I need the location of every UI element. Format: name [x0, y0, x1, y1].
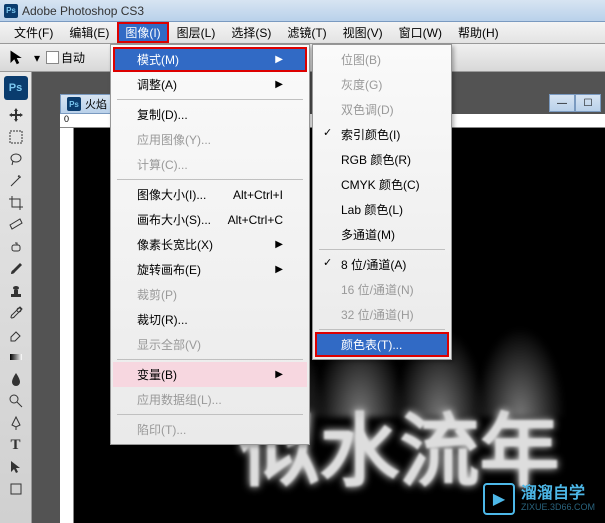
doc-title: 火焰 [85, 96, 107, 112]
menu-rotate-canvas[interactable]: 旋转画布(E)▶ [113, 257, 307, 282]
mode-8bit[interactable]: ✓8 位/通道(A) [315, 252, 449, 277]
menu-view[interactable]: 视图(V) [335, 22, 391, 43]
app-title: Adobe Photoshop CS3 [22, 4, 144, 18]
mode-32bit: 32 位/通道(H) [315, 302, 449, 327]
menu-filter[interactable]: 滤镜(T) [279, 22, 334, 43]
menu-calculations: 计算(C)... [113, 152, 307, 177]
menu-separator [117, 414, 303, 415]
marquee-tool[interactable] [4, 126, 28, 148]
menu-separator [319, 329, 445, 330]
menu-trap: 陷印(T)... [113, 417, 307, 442]
checkmark-icon: ✓ [323, 256, 332, 269]
mode-indexed[interactable]: ✓索引颜色(I) [315, 122, 449, 147]
menu-image-size[interactable]: 图像大小(I)...Alt+Ctrl+I [113, 182, 307, 207]
menu-separator [117, 179, 303, 180]
menu-reveal-all: 显示全部(V) [113, 332, 307, 357]
mode-16bit: 16 位/通道(N) [315, 277, 449, 302]
mode-rgb[interactable]: RGB 颜色(R) [315, 147, 449, 172]
auto-select-checkbox[interactable] [46, 51, 59, 64]
fire-char: 流 [400, 387, 480, 503]
menu-file[interactable]: 文件(F) [6, 22, 61, 43]
checkmark-icon: ✓ [323, 126, 332, 139]
mode-cmyk[interactable]: CMYK 颜色(C) [315, 172, 449, 197]
lasso-tool[interactable] [4, 148, 28, 170]
toolbox: Ps T [0, 72, 32, 523]
menu-window[interactable]: 窗口(W) [391, 22, 450, 43]
watermark-url: ZIXUE.3D66.COM [521, 503, 595, 513]
submenu-arrow-icon: ▶ [275, 369, 283, 380]
mode-submenu: 位图(B) 灰度(G) 双色调(D) ✓索引颜色(I) RGB 颜色(R) CM… [312, 44, 452, 360]
crop-tool[interactable] [4, 192, 28, 214]
app-icon: Ps [4, 4, 18, 18]
menu-variables[interactable]: 变量(B)▶ [113, 362, 307, 387]
heal-tool[interactable] [4, 236, 28, 258]
menu-separator [319, 249, 445, 250]
minimize-button[interactable]: — [549, 94, 575, 112]
play-icon: ▶ [483, 483, 515, 515]
mode-duotone: 双色调(D) [315, 97, 449, 122]
ruler-vertical[interactable] [60, 128, 74, 523]
menu-separator [117, 99, 303, 100]
menu-adjust[interactable]: 调整(A)▶ [113, 72, 307, 97]
maximize-button[interactable]: ☐ [575, 94, 601, 112]
watermark: ▶ 溜溜自学 ZIXUE.3D66.COM [483, 483, 595, 515]
wand-tool[interactable] [4, 170, 28, 192]
mode-color-table[interactable]: 颜色表(T)... [315, 332, 449, 357]
path-select-tool[interactable] [4, 456, 28, 478]
menu-crop: 裁剪(P) [113, 282, 307, 307]
submenu-arrow-icon: ▶ [275, 79, 283, 90]
eraser-tool[interactable] [4, 324, 28, 346]
mode-lab[interactable]: Lab 颜色(L) [315, 197, 449, 222]
gradient-tool[interactable] [4, 346, 28, 368]
blur-tool[interactable] [4, 368, 28, 390]
menu-apply-image: 应用图像(Y)... [113, 127, 307, 152]
type-tool[interactable]: T [4, 434, 28, 456]
pen-tool[interactable] [4, 412, 28, 434]
menu-duplicate[interactable]: 复制(D)... [113, 102, 307, 127]
history-brush-tool[interactable] [4, 302, 28, 324]
menu-trim[interactable]: 裁切(R)... [113, 307, 307, 332]
menu-image[interactable]: 图像(I) [117, 22, 168, 43]
titlebar: Ps Adobe Photoshop CS3 [0, 0, 605, 22]
move-tool-indicator[interactable] [8, 49, 28, 67]
dodge-tool[interactable] [4, 390, 28, 412]
menu-select[interactable]: 选择(S) [223, 22, 279, 43]
menubar: 文件(F) 编辑(E) 图像(I) 图层(L) 选择(S) 滤镜(T) 视图(V… [0, 22, 605, 44]
menu-pixel-aspect[interactable]: 像素长宽比(X)▶ [113, 232, 307, 257]
mode-bitmap: 位图(B) [315, 47, 449, 72]
submenu-arrow-icon: ▶ [275, 54, 283, 65]
image-dropdown-menu: 模式(M)▶ 调整(A)▶ 复制(D)... 应用图像(Y)... 计算(C).… [110, 44, 310, 445]
menu-mode[interactable]: 模式(M)▶ [113, 47, 307, 72]
menu-canvas-size[interactable]: 画布大小(S)...Alt+Ctrl+C [113, 207, 307, 232]
watermark-title: 溜溜自学 [521, 485, 595, 503]
move-tool[interactable] [4, 104, 28, 126]
menu-apply-dataset: 应用数据组(L)... [113, 387, 307, 412]
menu-separator [117, 359, 303, 360]
shape-tool[interactable] [4, 478, 28, 500]
submenu-arrow-icon: ▶ [275, 264, 283, 275]
menu-edit[interactable]: 编辑(E) [61, 22, 117, 43]
ps-logo: Ps [4, 76, 28, 100]
dropdown-icon[interactable]: ▾ [34, 51, 40, 65]
slice-tool[interactable] [4, 214, 28, 236]
menu-help[interactable]: 帮助(H) [450, 22, 507, 43]
window-buttons: — ☐ [549, 94, 601, 112]
mode-grayscale: 灰度(G) [315, 72, 449, 97]
brush-tool[interactable] [4, 258, 28, 280]
doc-ps-icon: Ps [67, 97, 81, 111]
fire-char: 水 [320, 387, 400, 503]
menu-layer[interactable]: 图层(L) [169, 22, 224, 43]
mode-multichannel[interactable]: 多通道(M) [315, 222, 449, 247]
stamp-tool[interactable] [4, 280, 28, 302]
document-tab[interactable]: Ps 火焰 [60, 94, 114, 114]
auto-select-label: 自动 [61, 49, 85, 66]
submenu-arrow-icon: ▶ [275, 239, 283, 250]
